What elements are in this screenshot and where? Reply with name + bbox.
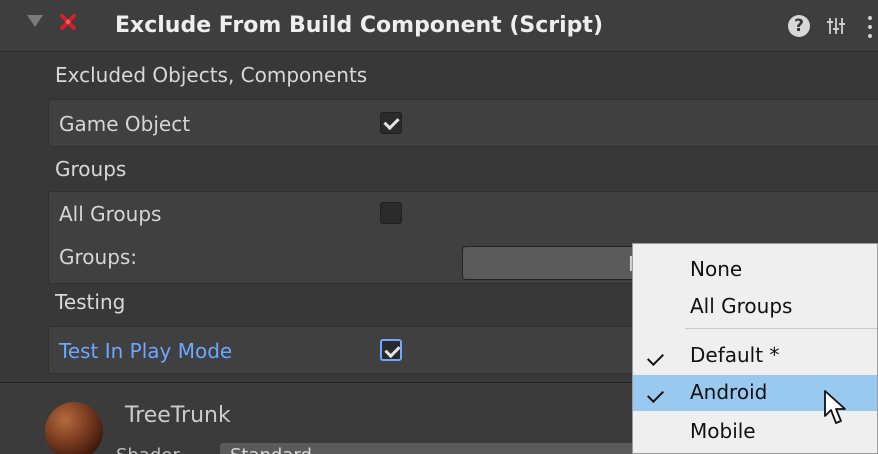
shader-label: Shader	[116, 445, 180, 454]
popup-item-label: Android	[690, 380, 768, 404]
popup-item-all-groups[interactable]: All Groups	[633, 289, 877, 325]
kebab-menu-icon[interactable]	[866, 14, 874, 40]
shader-value: Standard	[230, 445, 312, 454]
test-in-play-mode-checkbox[interactable]	[380, 339, 402, 361]
popup-item-label: All Groups	[690, 294, 793, 318]
popup-item-label: None	[690, 257, 743, 281]
material-name: TreeTrunk	[125, 403, 231, 428]
mouse-pointer-icon	[824, 390, 846, 424]
triangle-down-icon[interactable]	[27, 15, 43, 27]
shader-dropdown[interactable]: Standard	[220, 443, 640, 454]
help-icon[interactable]: ?	[788, 15, 810, 37]
excluded-objects-box: Game Object	[48, 99, 878, 147]
testing-label: Testing	[55, 290, 126, 314]
popup-item-label: Mobile	[690, 419, 756, 443]
popup-item-none[interactable]: None	[633, 252, 877, 288]
popup-item-label: Default *	[690, 343, 780, 367]
groups-label: Groups	[55, 157, 127, 181]
inspector-window: Exclude From Build Component (Script) ? …	[0, 0, 878, 454]
game-object-label: Game Object	[59, 112, 191, 136]
presets-icon[interactable]	[824, 14, 848, 38]
test-in-play-mode-label: Test In Play Mode	[59, 339, 233, 363]
x-icon[interactable]	[58, 12, 78, 32]
popup-separator	[685, 328, 877, 329]
component-title: Exclude From Build Component (Script)	[115, 13, 603, 38]
all-groups-checkbox[interactable]	[380, 202, 402, 224]
excluded-objects-label: Excluded Objects, Components	[55, 63, 368, 87]
game-object-checkbox[interactable]	[380, 112, 402, 134]
check-icon	[647, 386, 664, 403]
component-header[interactable]: Exclude From Build Component (Script) ?	[0, 0, 878, 52]
all-groups-label: All Groups	[59, 202, 162, 226]
component-header-actions: ?	[788, 10, 878, 44]
check-icon	[647, 349, 664, 366]
groups-field-label: Groups:	[59, 245, 138, 269]
popup-item-default[interactable]: Default *	[633, 338, 877, 374]
material-preview-sphere	[45, 402, 103, 454]
